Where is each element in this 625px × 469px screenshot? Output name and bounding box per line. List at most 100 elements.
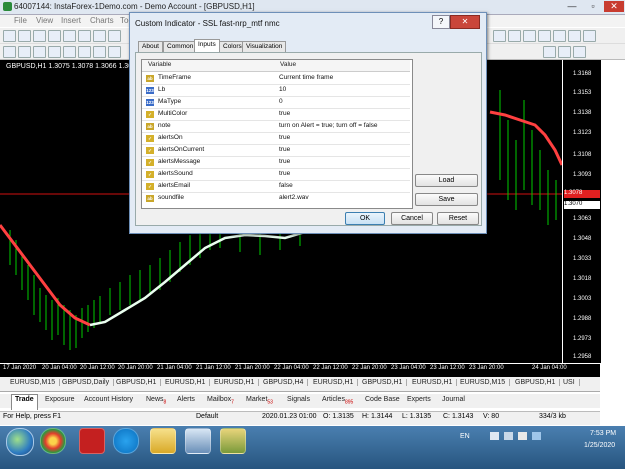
terminal-tab-exposure[interactable]: Exposure: [41, 396, 79, 403]
save-button[interactable]: Save: [415, 193, 478, 206]
channel-icon[interactable]: [78, 46, 91, 58]
price-label: 1.3018: [573, 276, 592, 282]
param-value[interactable]: true: [279, 110, 290, 117]
new-chart-icon[interactable]: [3, 30, 16, 42]
profiles-icon[interactable]: [18, 30, 31, 42]
load-button[interactable]: Load: [415, 174, 478, 187]
terminal-tab-trade[interactable]: Trade: [11, 394, 38, 410]
param-value[interactable]: Current time frame: [279, 74, 333, 81]
chart-tab[interactable]: GBPUSD,H1: [511, 379, 561, 386]
new-order-icon[interactable]: [108, 30, 121, 42]
maximize-button[interactable]: ▫: [583, 1, 603, 12]
chart-tab[interactable]: USI: [559, 379, 580, 386]
time-label: 20 Jan 04:00: [42, 365, 77, 371]
minimize-button[interactable]: —: [562, 1, 582, 12]
terminal-tab-news[interactable]: News8: [142, 396, 170, 405]
menu-view[interactable]: View: [36, 16, 53, 25]
chart-tab[interactable]: EURUSD,H1: [210, 379, 260, 386]
chart-tab[interactable]: GBPUSD,H1: [358, 379, 408, 386]
tray-network-icon[interactable]: [504, 432, 513, 440]
clock-time[interactable]: 7:53 PM: [590, 430, 616, 437]
chart-tab[interactable]: EURUSD,H1: [408, 379, 458, 386]
menu-insert[interactable]: Insert: [61, 16, 81, 25]
candle-chart-icon[interactable]: [523, 30, 536, 42]
data-window-icon[interactable]: [48, 30, 61, 42]
zoom-out-icon[interactable]: [568, 30, 581, 42]
tile-windows-icon[interactable]: [583, 30, 596, 42]
param-value[interactable]: true: [279, 158, 290, 165]
crosshair-icon[interactable]: [18, 46, 31, 58]
dialog-help-button[interactable]: ?: [432, 15, 450, 29]
param-value[interactable]: false: [279, 182, 293, 189]
menu-charts[interactable]: Charts: [90, 16, 114, 25]
param-value[interactable]: true: [279, 146, 290, 153]
line-chart-icon[interactable]: [538, 30, 551, 42]
reset-button[interactable]: Reset: [437, 212, 479, 225]
tray-battery-icon[interactable]: [532, 432, 541, 440]
param-value[interactable]: alert2.wav: [279, 194, 309, 201]
param-value[interactable]: 0: [279, 98, 283, 105]
ssl-line-right: [489, 110, 564, 166]
chart-tab[interactable]: GBPUSD,Daily: [58, 379, 115, 386]
cursor-icon[interactable]: [3, 46, 16, 58]
metatrader-icon[interactable]: [220, 428, 246, 454]
terminal-tab-alerts[interactable]: Alerts: [173, 396, 199, 403]
chart-tab[interactable]: EURUSD,M15: [6, 379, 61, 386]
terminal-tab-journal[interactable]: Journal: [438, 396, 469, 403]
param-value[interactable]: 10: [279, 86, 286, 93]
chart-tab[interactable]: GBPUSD,H4: [259, 379, 309, 386]
chart-tab[interactable]: EURUSD,H1: [309, 379, 359, 386]
navigator-icon[interactable]: [63, 30, 76, 42]
terminal-tab-code-base[interactable]: Code Base: [361, 396, 404, 403]
trendline-icon[interactable]: [63, 46, 76, 58]
chart-tab[interactable]: GBPUSD,H1: [112, 379, 162, 386]
price-label: 1.3033: [573, 256, 592, 262]
terminal-tab-account-history[interactable]: Account History: [80, 396, 137, 403]
terminal-tab-mailbox[interactable]: Mailbox7: [203, 396, 238, 405]
period-h1-icon[interactable]: [558, 46, 571, 58]
bid-price-tag: 1.3070: [564, 201, 600, 209]
zoom-in-icon[interactable]: [553, 30, 566, 42]
ok-button[interactable]: OK: [345, 212, 385, 225]
tester-icon[interactable]: [93, 30, 106, 42]
param-value[interactable]: turn on Alert = true; turn off = false: [279, 122, 378, 129]
skype-icon[interactable]: [113, 428, 139, 454]
autotrading-icon[interactable]: [493, 30, 506, 42]
terminal-tab-signals[interactable]: Signals: [283, 396, 314, 403]
dialog-close-button[interactable]: ✕: [450, 15, 480, 29]
market-watch-icon[interactable]: [33, 30, 46, 42]
param-name: soundfile: [158, 194, 185, 201]
period-m1-icon[interactable]: [543, 46, 556, 58]
chrome-icon[interactable]: [40, 428, 66, 454]
clock-date[interactable]: 1/25/2020: [584, 442, 615, 449]
fibonacci-icon[interactable]: [93, 46, 106, 58]
tray-volume-icon[interactable]: [518, 432, 527, 440]
tray-flag-icon[interactable]: [490, 432, 499, 440]
app-window-icon[interactable]: [185, 428, 211, 454]
instaforex-icon[interactable]: [79, 428, 105, 454]
param-value[interactable]: true: [279, 170, 290, 177]
cancel-button[interactable]: Cancel: [391, 212, 433, 225]
table-header: [142, 60, 410, 72]
bar-chart-icon[interactable]: [508, 30, 521, 42]
file-explorer-icon[interactable]: [150, 428, 176, 454]
horizontal-line-icon[interactable]: [48, 46, 61, 58]
row-divider: [142, 156, 410, 157]
terminal-tab-articles[interactable]: Articles895: [318, 396, 357, 405]
text-tool-icon[interactable]: [108, 46, 121, 58]
status-help: For Help, press F1: [3, 413, 61, 420]
terminal-icon[interactable]: [78, 30, 91, 42]
terminal-tab-market[interactable]: Market53: [242, 396, 277, 405]
chart-tab[interactable]: EURUSD,H1: [161, 379, 211, 386]
vertical-line-icon[interactable]: [33, 46, 46, 58]
param-value[interactable]: true: [279, 134, 290, 141]
period-d1-icon[interactable]: [573, 46, 586, 58]
close-window-button[interactable]: ✕: [604, 1, 624, 12]
language-indicator[interactable]: EN: [460, 433, 470, 440]
terminal-tab-experts[interactable]: Experts: [403, 396, 435, 403]
menu-file[interactable]: File: [14, 16, 27, 25]
param-name: alertsEmail: [158, 182, 191, 189]
chart-tab[interactable]: EURUSD,M15: [456, 379, 511, 386]
boolean-type-icon: ✓: [146, 147, 154, 154]
start-button-icon[interactable]: [6, 428, 34, 456]
